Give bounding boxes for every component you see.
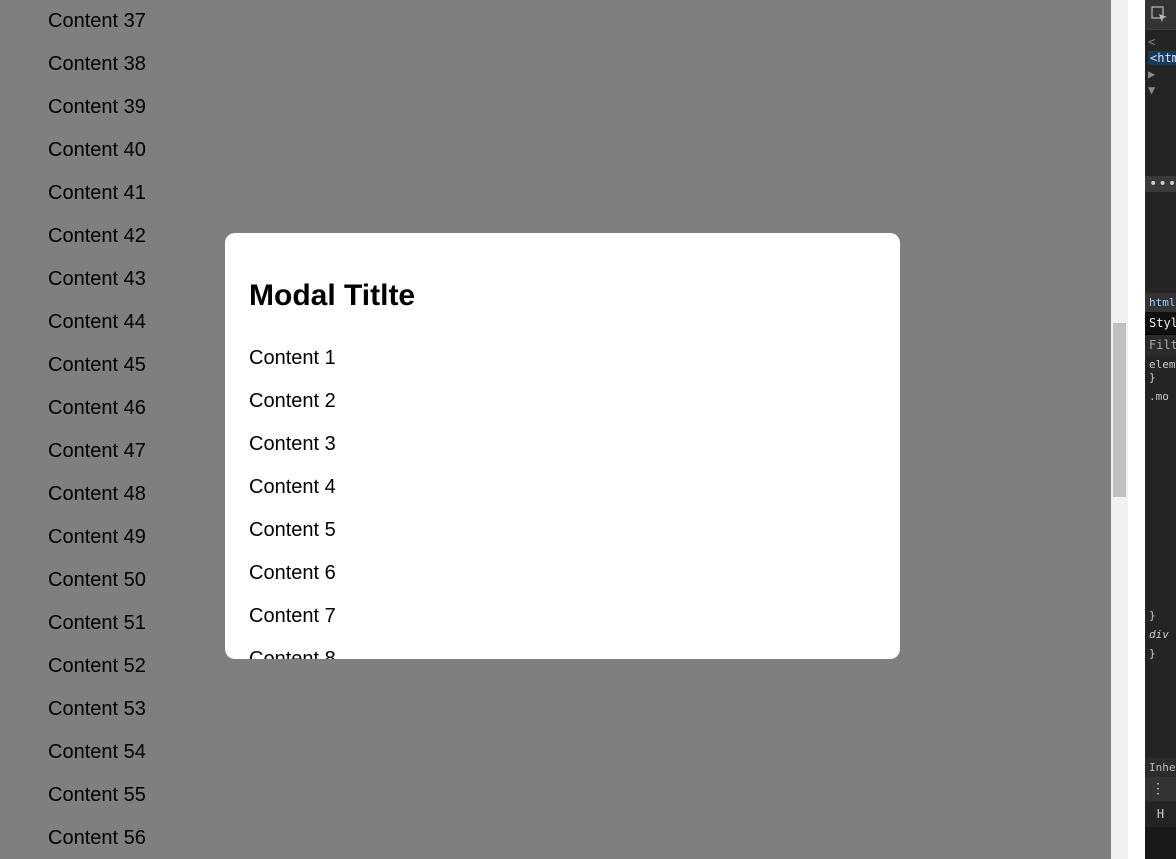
kebab-icon[interactable]: ⋮: [1145, 777, 1176, 801]
html-tag-selected[interactable]: <html: [1148, 51, 1176, 65]
css-rule[interactable]: .mo: [1145, 387, 1176, 406]
devtools-styles-pane: html Styles Filter element.style { } .mo…: [1145, 293, 1176, 663]
css-selector: div: [1149, 628, 1169, 641]
chevron-right-icon[interactable]: ▶: [1148, 66, 1158, 82]
devtools-breadcrumb[interactable]: html: [1145, 293, 1176, 312]
page-scrollbar-track[interactable]: [1111, 0, 1128, 859]
modal-content-item: Content 8: [249, 638, 876, 659]
modal-title: Modal Titlte: [249, 279, 876, 313]
css-selector: .mo: [1149, 390, 1169, 403]
devtools-bottom-pane: Inherited ⋮ H: [1145, 758, 1176, 859]
devtools-panel[interactable]: < <html ▶ ▼ ••• html Styles Filter eleme…: [1145, 0, 1176, 859]
devtools-elements-tree[interactable]: < <html ▶ ▼: [1145, 30, 1176, 102]
css-brace: }: [1149, 609, 1156, 622]
styles-tab[interactable]: Styles: [1145, 312, 1176, 334]
inspect-icon[interactable]: [1151, 6, 1169, 24]
modal-content-item: Content 6: [249, 552, 876, 595]
page-scrollbar-thumb[interactable]: [1113, 323, 1126, 497]
css-selector: element.style {: [1149, 358, 1176, 371]
modal-content-item: Content 4: [249, 466, 876, 509]
more-icon[interactable]: •••: [1145, 176, 1176, 192]
inherited-section-header: Inherited: [1145, 758, 1176, 777]
chevron-left-icon[interactable]: <: [1148, 34, 1158, 50]
css-brace: }: [1149, 371, 1156, 384]
chevron-down-icon[interactable]: ▼: [1148, 82, 1158, 98]
modal-overlay[interactable]: Modal Titlte Content 1 Content 2 Content…: [0, 0, 1128, 859]
css-rule[interactable]: div: [1145, 625, 1176, 644]
css-rule[interactable]: element.style { }: [1145, 355, 1176, 387]
css-rule[interactable]: }: [1145, 606, 1176, 625]
modal-content-item: Content 2: [249, 380, 876, 423]
page-viewport: Content 37 Content 38 Content 39 Content…: [0, 0, 1128, 859]
css-rule[interactable]: }: [1145, 644, 1176, 663]
html-abbrev-label: H: [1145, 801, 1176, 827]
modal-content-item: Content 3: [249, 423, 876, 466]
modal-content-item: Content 1: [249, 337, 876, 380]
modal-dialog[interactable]: Modal Titlte Content 1 Content 2 Content…: [225, 233, 900, 659]
devtools-toolbar[interactable]: [1145, 0, 1176, 30]
modal-content-item: Content 7: [249, 595, 876, 638]
css-brace: }: [1149, 647, 1156, 660]
styles-filter-input[interactable]: Filter: [1145, 334, 1176, 355]
modal-content-item: Content 5: [249, 509, 876, 552]
devtools-drawer[interactable]: [1145, 827, 1176, 859]
